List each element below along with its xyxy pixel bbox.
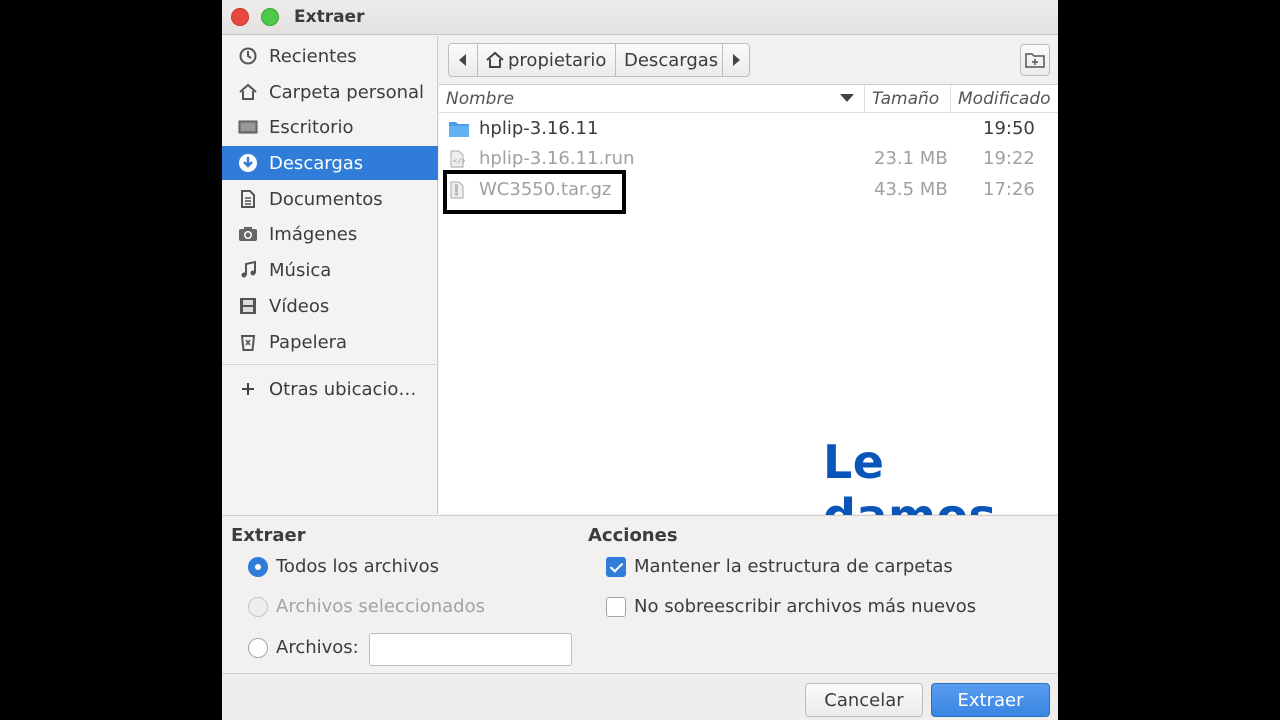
column-header-name[interactable]: Nombre bbox=[439, 85, 865, 113]
radio-indicator[interactable] bbox=[248, 556, 268, 577]
sidebar-item-descargas[interactable]: Descargas bbox=[222, 146, 438, 180]
path-segment-label: propietario bbox=[508, 49, 607, 71]
sidebar-item-label: Imágenes bbox=[269, 223, 358, 245]
download-icon bbox=[237, 152, 259, 174]
path-back-button[interactable] bbox=[448, 43, 478, 77]
radio-indicator[interactable] bbox=[248, 637, 268, 658]
sidebar-item-label: Música bbox=[269, 259, 332, 281]
music-icon bbox=[237, 259, 259, 281]
files-pattern-input[interactable] bbox=[369, 633, 572, 666]
chevron-left-icon bbox=[458, 50, 468, 71]
column-header-label: Modificado bbox=[958, 88, 1051, 109]
cancel-button[interactable]: Cancelar bbox=[805, 683, 923, 717]
radio-indicator[interactable] bbox=[248, 596, 268, 617]
plus-icon bbox=[237, 378, 259, 400]
radio-all-files[interactable]: Todos los archivos bbox=[248, 556, 439, 577]
extract-section-heading: Extraer bbox=[231, 525, 306, 546]
file-list: Nombre Tamaño Modificado hplip-3.16.11 1… bbox=[439, 84, 1058, 597]
file-size: 23.1 MB bbox=[874, 148, 948, 169]
close-window-button[interactable] bbox=[231, 8, 249, 26]
file-modified: 17:26 bbox=[983, 179, 1035, 200]
sidebar-item-label: Recientes bbox=[269, 45, 357, 67]
sidebar-item-label: Descargas bbox=[269, 152, 364, 174]
radio-label: Todos los archivos bbox=[276, 556, 439, 577]
chevron-right-icon bbox=[731, 50, 741, 71]
folder-icon bbox=[449, 120, 469, 138]
column-header-size[interactable]: Tamaño bbox=[865, 85, 951, 113]
maximize-window-button[interactable] bbox=[261, 8, 279, 26]
checkbox-label: No sobreescribir archivos más nuevos bbox=[634, 596, 977, 617]
radio-files-pattern[interactable]: Archivos: bbox=[248, 637, 359, 658]
clock-icon bbox=[237, 45, 259, 67]
checkbox-indicator[interactable] bbox=[606, 556, 626, 577]
new-folder-icon bbox=[1025, 51, 1045, 69]
home-icon bbox=[485, 50, 505, 70]
title-bar: Extraer bbox=[222, 0, 1058, 35]
file-name: hplip-3.16.11 bbox=[479, 118, 599, 139]
home-icon bbox=[237, 81, 259, 103]
path-segment-label: Descargas bbox=[624, 49, 719, 71]
path-segment-home[interactable]: propietario bbox=[477, 43, 616, 77]
checkbox-keep-structure[interactable]: Mantener la estructura de carpetas bbox=[606, 556, 953, 577]
sidebar-item-papelera[interactable]: Papelera bbox=[222, 325, 438, 359]
window-title: Extraer bbox=[294, 7, 365, 27]
radio-selected-files[interactable]: Archivos seleccionados bbox=[248, 596, 485, 617]
radio-label: Archivos: bbox=[276, 637, 359, 658]
checkbox-no-overwrite[interactable]: No sobreescribir archivos más nuevos bbox=[606, 596, 976, 617]
sidebar-item-recientes[interactable]: Recientes bbox=[222, 39, 438, 73]
places-sidebar: Recientes Carpeta personal Escritorio De… bbox=[222, 36, 438, 514]
radio-label: Archivos seleccionados bbox=[276, 596, 485, 617]
sidebar-item-imagenes[interactable]: Imágenes bbox=[222, 217, 438, 251]
path-segment-descargas[interactable]: Descargas bbox=[615, 43, 723, 77]
path-forward-button[interactable] bbox=[722, 43, 750, 77]
sidebar-item-label: Escritorio bbox=[269, 116, 354, 138]
dialog-action-bar: Cancelar Extraer bbox=[222, 673, 1058, 720]
script-file-icon: </> bbox=[449, 150, 469, 168]
film-icon bbox=[237, 295, 259, 317]
checkbox-indicator[interactable] bbox=[606, 596, 626, 617]
column-header-label: Nombre bbox=[446, 88, 514, 109]
sidebar-item-carpeta-personal[interactable]: Carpeta personal bbox=[222, 75, 438, 109]
sidebar-item-label: Papelera bbox=[269, 331, 348, 353]
document-icon bbox=[237, 188, 259, 210]
file-size: 43.5 MB bbox=[874, 179, 948, 200]
extract-button[interactable]: Extraer bbox=[931, 683, 1050, 717]
column-header-modified[interactable]: Modificado bbox=[951, 85, 1058, 113]
sidebar-item-documentos[interactable]: Documentos bbox=[222, 182, 438, 216]
extract-options-panel: Extraer Todos los archivos Archivos sele… bbox=[222, 515, 1058, 673]
sidebar-item-label: Vídeos bbox=[269, 295, 330, 317]
camera-icon bbox=[237, 223, 259, 245]
extract-dialog: Extraer Recientes Carpeta personal Escri… bbox=[222, 0, 1058, 720]
highlight-annotation-box bbox=[443, 170, 626, 214]
new-folder-button[interactable] bbox=[1020, 44, 1050, 76]
file-name: hplip-3.16.11.run bbox=[479, 148, 635, 169]
sidebar-item-escritorio[interactable]: Escritorio bbox=[222, 110, 438, 144]
desktop-icon bbox=[237, 116, 259, 138]
sort-down-icon bbox=[840, 94, 854, 103]
trash-icon bbox=[237, 331, 259, 353]
svg-text:</>: </> bbox=[453, 157, 465, 165]
sidebar-item-label: Carpeta personal bbox=[269, 81, 425, 103]
file-modified: 19:50 bbox=[983, 118, 1035, 139]
column-header-label: Tamaño bbox=[872, 88, 940, 109]
sidebar-item-musica[interactable]: Música bbox=[222, 253, 438, 287]
checkbox-label: Mantener la estructura de carpetas bbox=[634, 556, 953, 577]
actions-section-heading: Acciones bbox=[588, 525, 678, 546]
sidebar-item-otras-ubicaciones[interactable]: Otras ubicacio… bbox=[222, 372, 438, 406]
sidebar-divider bbox=[222, 364, 438, 365]
sidebar-item-label: Documentos bbox=[269, 188, 383, 210]
file-modified: 19:22 bbox=[983, 148, 1035, 169]
path-bar: propietario Descargas bbox=[448, 43, 750, 77]
sidebar-item-label: Otras ubicacio… bbox=[269, 378, 417, 400]
sidebar-item-videos[interactable]: Vídeos bbox=[222, 289, 438, 323]
file-row[interactable]: hplip-3.16.11 19:50 bbox=[439, 114, 1058, 144]
